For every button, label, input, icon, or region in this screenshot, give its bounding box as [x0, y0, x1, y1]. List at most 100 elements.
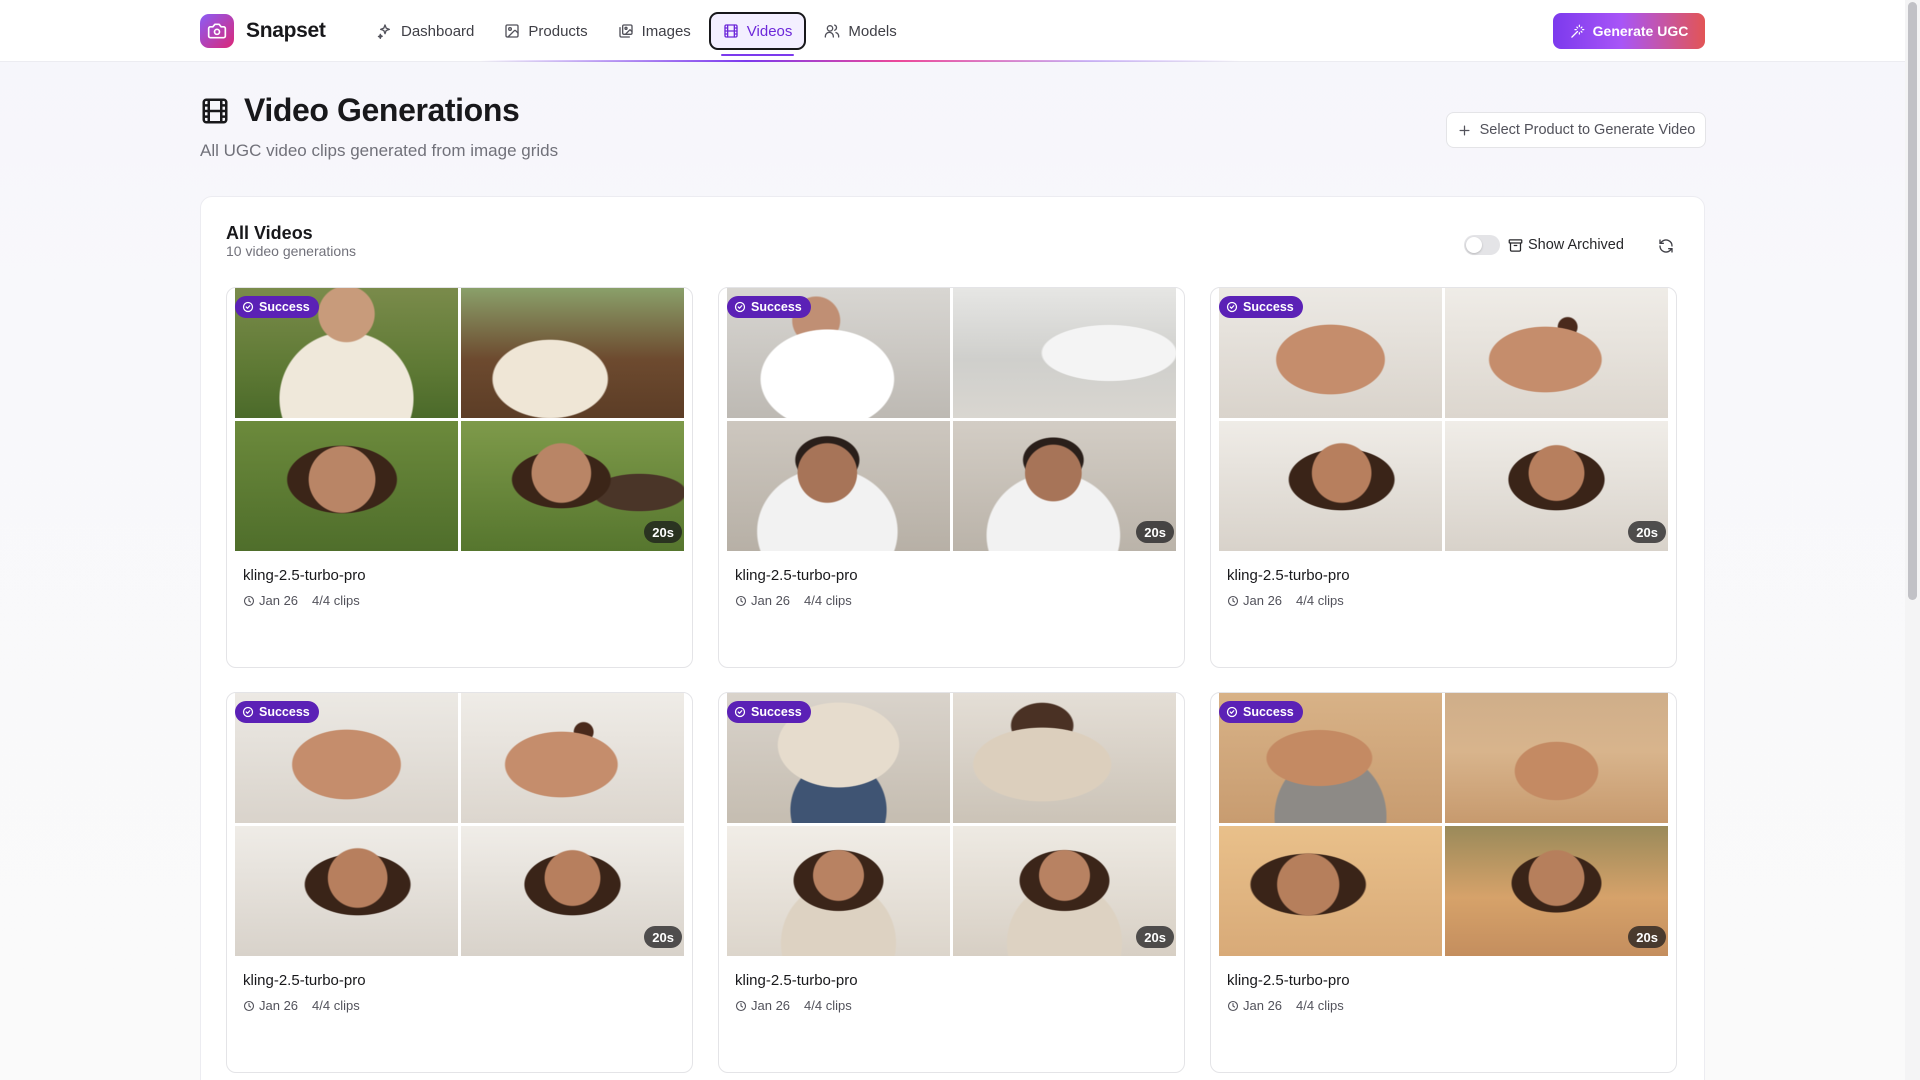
video-meta: Jan 26 4/4 clips — [243, 593, 360, 608]
video-card[interactable]: Success 20s kling-2.5-turbo-pro Jan 26 4… — [226, 692, 693, 1073]
videos-title: All Videos — [226, 223, 313, 243]
clip-count: 4/4 clips — [312, 998, 360, 1013]
clip-thumbnail — [1445, 288, 1668, 418]
video-date: Jan 26 — [735, 998, 790, 1013]
video-card[interactable]: Success 20s kling-2.5-turbo-pro Jan 26 4… — [718, 287, 1185, 668]
status-badge: Success — [1219, 701, 1303, 723]
brand[interactable]: Snapset — [200, 14, 326, 48]
clip-thumbnail — [235, 826, 458, 956]
duration-badge: 20s — [1136, 521, 1174, 543]
thumbnail-grid: Success 20s — [227, 693, 692, 956]
nav-label: Dashboard — [401, 22, 475, 40]
plus-icon — [1457, 123, 1472, 138]
status-badge: Success — [727, 701, 811, 723]
thumbnail-grid: Success 20s — [227, 288, 692, 551]
clip-count: 4/4 clips — [1296, 593, 1344, 608]
video-card[interactable]: Success 20s kling-2.5-turbo-pro Jan 26 4… — [226, 287, 693, 668]
nav-item-images[interactable]: Images — [606, 12, 703, 50]
film-icon — [723, 23, 739, 39]
nav-label: Videos — [746, 22, 793, 40]
show-archived-label: Show Archived — [1528, 237, 1624, 253]
video-meta: Jan 26 4/4 clips — [735, 593, 852, 608]
show-archived-toggle[interactable] — [1464, 235, 1500, 255]
status-label: Success — [259, 705, 310, 719]
status-label: Success — [1243, 300, 1294, 314]
model-name: kling-2.5-turbo-pro — [243, 972, 366, 989]
nav-label: Models — [848, 22, 897, 40]
check-circle-icon — [734, 706, 746, 718]
clock-icon — [1227, 1000, 1239, 1012]
select-product-button[interactable]: Select Product to Generate Video — [1446, 112, 1706, 148]
clip-thumbnail — [727, 421, 950, 551]
status-label: Success — [1243, 705, 1294, 719]
status-label: Success — [751, 300, 802, 314]
page-title: Video Generations — [244, 92, 520, 128]
top-nav: Snapset Dashboard Products Images Videos… — [0, 0, 1905, 62]
image-icon — [504, 23, 520, 39]
date-label: Jan 26 — [259, 593, 299, 608]
status-badge: Success — [727, 296, 811, 318]
refresh-icon — [1658, 238, 1674, 254]
nav-label: Images — [641, 22, 691, 40]
status-label: Success — [751, 705, 802, 719]
check-circle-icon — [1226, 301, 1238, 313]
page-header: Video Generations All UGC video clips ge… — [200, 92, 1706, 161]
videos-card: All Videos 10 video generations Show Arc… — [200, 196, 1705, 1080]
date-label: Jan 26 — [751, 998, 791, 1013]
model-name: kling-2.5-turbo-pro — [735, 972, 858, 989]
clip-thumbnail — [953, 288, 1176, 418]
clip-thumbnail — [727, 826, 950, 956]
show-archived[interactable]: Show Archived — [1508, 237, 1624, 253]
video-card[interactable]: Success 20s kling-2.5-turbo-pro Jan 26 4… — [1210, 692, 1677, 1073]
video-date: Jan 26 — [1227, 998, 1282, 1013]
nav-item-products[interactable]: Products — [492, 12, 599, 50]
generate-ugc-label: Generate UGC — [1592, 23, 1689, 39]
clip-count: 4/4 clips — [804, 998, 852, 1013]
video-date: Jan 26 — [243, 998, 298, 1013]
nav-item-models[interactable]: Models — [812, 12, 908, 50]
duration-badge: 20s — [644, 926, 682, 948]
nav-accent-line — [480, 60, 1240, 62]
video-meta: Jan 26 4/4 clips — [735, 998, 852, 1013]
clip-thumbnail — [953, 693, 1176, 823]
clip-thumbnail — [461, 288, 684, 418]
brand-name: Snapset — [246, 19, 326, 42]
clip-thumbnail — [1219, 421, 1442, 551]
duration-badge: 20s — [1136, 926, 1174, 948]
archive-controls: Show Archived — [1464, 235, 1624, 255]
page-scrollbar[interactable] — [1905, 0, 1920, 1080]
sparkles-icon — [377, 23, 393, 39]
date-label: Jan 26 — [751, 593, 791, 608]
video-meta: Jan 26 4/4 clips — [243, 998, 360, 1013]
thumbnail-grid: Success 20s — [719, 288, 1184, 551]
refresh-button[interactable] — [1655, 235, 1677, 257]
status-badge: Success — [1219, 296, 1303, 318]
model-name: kling-2.5-turbo-pro — [735, 567, 858, 584]
images-icon — [618, 23, 634, 39]
duration-badge: 20s — [644, 521, 682, 543]
toggle-knob — [1466, 237, 1482, 253]
model-name: kling-2.5-turbo-pro — [1227, 972, 1350, 989]
main-nav: Dashboard Products Images Videos Models — [365, 12, 909, 56]
scrollbar-thumb[interactable] — [1908, 2, 1917, 600]
clock-icon — [243, 1000, 255, 1012]
nav-item-videos[interactable]: Videos — [708, 12, 807, 56]
video-card[interactable]: Success 20s kling-2.5-turbo-pro Jan 26 4… — [718, 692, 1185, 1073]
model-name: kling-2.5-turbo-pro — [1227, 567, 1350, 584]
generate-ugc-button[interactable]: Generate UGC — [1553, 13, 1705, 49]
clip-thumbnail — [1445, 693, 1668, 823]
video-date: Jan 26 — [735, 593, 790, 608]
nav-item-dashboard[interactable]: Dashboard — [365, 12, 486, 50]
model-name: kling-2.5-turbo-pro — [243, 567, 366, 584]
status-badge: Success — [235, 296, 319, 318]
camera-icon — [200, 14, 234, 48]
clock-icon — [243, 595, 255, 607]
clip-thumbnail — [461, 693, 684, 823]
duration-badge: 20s — [1628, 521, 1666, 543]
video-card[interactable]: Success 20s kling-2.5-turbo-pro Jan 26 4… — [1210, 287, 1677, 668]
status-label: Success — [259, 300, 310, 314]
check-circle-icon — [734, 301, 746, 313]
clip-thumbnail — [235, 421, 458, 551]
duration-badge: 20s — [1628, 926, 1666, 948]
date-label: Jan 26 — [1243, 998, 1283, 1013]
